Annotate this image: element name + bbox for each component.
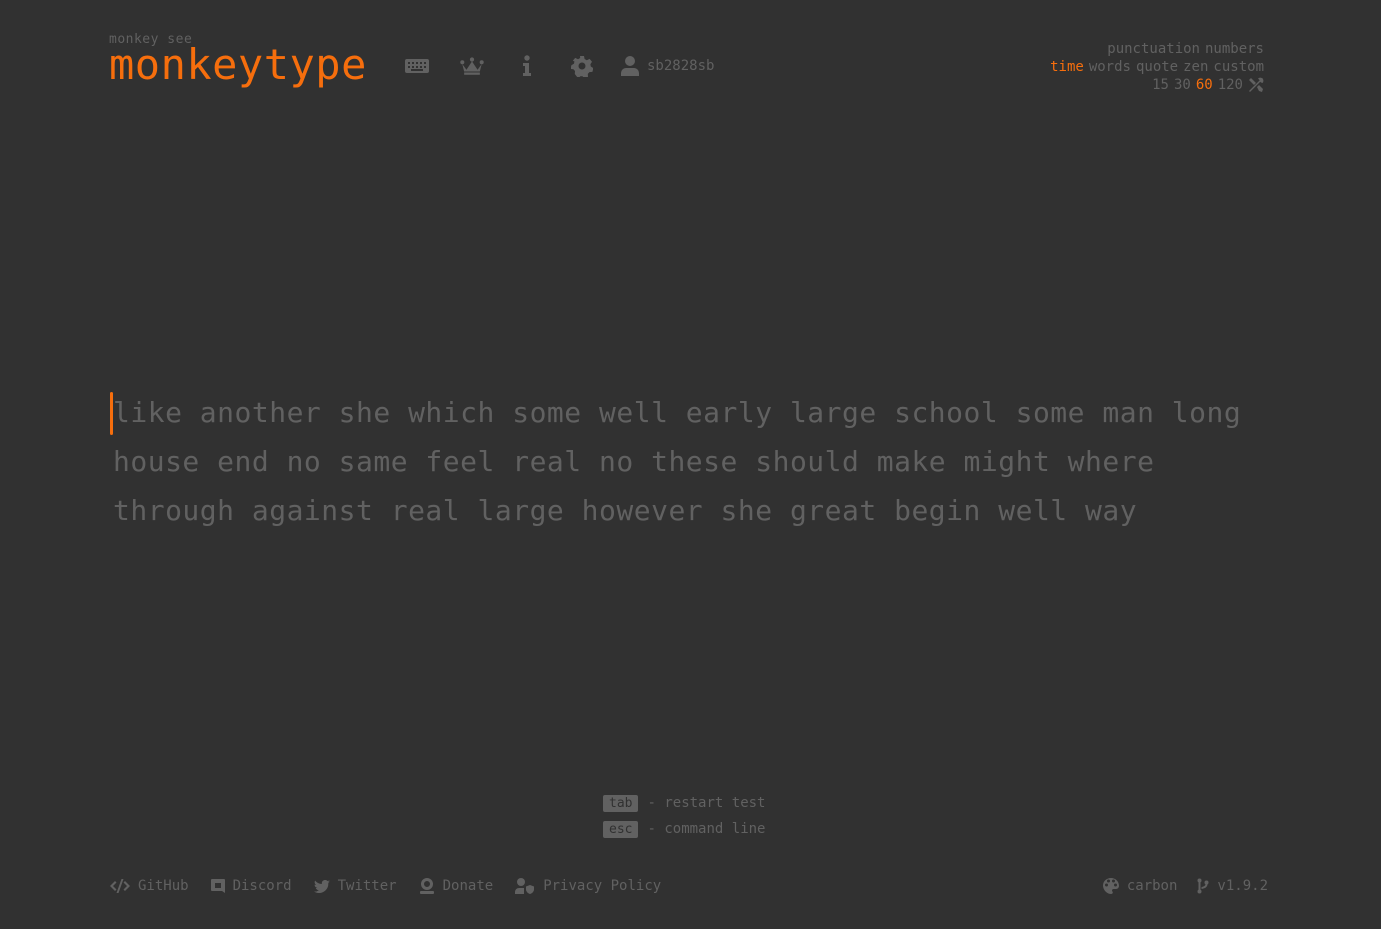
discord-icon: [210, 879, 225, 893]
hint-command-line: esc - command line: [603, 816, 766, 842]
version-label: v1.9.2: [1217, 878, 1268, 894]
donate-link[interactable]: Donate: [419, 878, 494, 894]
version-button[interactable]: v1.9.2: [1197, 878, 1268, 894]
config-toggles-row: punctuation numbers: [1045, 40, 1264, 58]
user-shield-icon: [515, 878, 535, 894]
duration-30[interactable]: 30: [1174, 76, 1191, 94]
user-icon: [621, 56, 639, 76]
mode-words[interactable]: words: [1089, 58, 1131, 76]
logo-title[interactable]: monkeytype: [109, 40, 367, 90]
info-icon: [523, 55, 531, 76]
duration-15[interactable]: 15: [1152, 76, 1169, 94]
words-area[interactable]: like another she which some well early l…: [113, 388, 1273, 535]
keyboard-icon: [405, 59, 429, 73]
theme-name: carbon: [1126, 878, 1178, 894]
crown-icon: [460, 57, 484, 75]
donate-link-label: Donate: [442, 878, 494, 894]
duration-120[interactable]: 120: [1218, 76, 1243, 94]
words-line: like another she which some well early l…: [113, 396, 1242, 429]
privacy-policy-link-label: Privacy Policy: [543, 878, 662, 894]
discord-link[interactable]: Discord: [210, 878, 292, 894]
esc-key-badge: esc: [603, 820, 639, 838]
mode-time[interactable]: time: [1050, 58, 1084, 76]
nav-test-button[interactable]: [405, 54, 429, 78]
account-button[interactable]: sb2828sb: [621, 56, 714, 76]
donate-icon: [419, 878, 434, 894]
footer-meta: carbon v1.9.2: [1083, 878, 1268, 894]
theme-button[interactable]: carbon: [1102, 878, 1178, 894]
code-icon: [110, 879, 130, 893]
duration-60[interactable]: 60: [1196, 76, 1213, 94]
twitter-link-label: Twitter: [337, 878, 397, 894]
github-link[interactable]: GitHub: [110, 878, 189, 894]
words-line: house end no same feel real no these sho…: [113, 445, 1155, 478]
hint-restart: tab - restart test: [603, 790, 766, 816]
github-link-label: GitHub: [138, 878, 189, 894]
palette-icon: [1102, 878, 1119, 894]
tab-key-badge: tab: [603, 794, 639, 812]
nav-about-button[interactable]: [515, 54, 539, 78]
nav-settings-button[interactable]: [570, 54, 594, 78]
custom-duration-button[interactable]: [1248, 77, 1264, 93]
keyboard-hints: tab - restart test esc - command line: [603, 790, 766, 842]
numbers-toggle[interactable]: numbers: [1205, 40, 1264, 58]
mode-zen[interactable]: zen: [1183, 58, 1208, 76]
discord-link-label: Discord: [232, 878, 292, 894]
punctuation-toggle[interactable]: punctuation: [1107, 40, 1200, 58]
mode-custom[interactable]: custom: [1213, 58, 1264, 76]
words-line: through against real large however she g…: [113, 494, 1138, 527]
gear-icon: [571, 56, 593, 77]
config-durations-row: 15 30 60 120: [1045, 76, 1264, 94]
account-username: sb2828sb: [647, 58, 715, 74]
nav-bar: sb2828sb: [405, 54, 714, 78]
nav-leaderboard-button[interactable]: [460, 54, 484, 78]
code-branch-icon: [1197, 878, 1209, 894]
tools-icon: [1249, 77, 1264, 92]
twitter-icon: [313, 879, 330, 893]
footer-links: GitHub Discord Twitter Donate Privacy Po…: [110, 878, 683, 894]
mode-quote[interactable]: quote: [1136, 58, 1178, 76]
config-modes-row: time words quote zen custom: [1045, 58, 1264, 76]
footer: GitHub Discord Twitter Donate Privacy Po…: [110, 878, 1268, 898]
top-bar: monkey see monkeytype sb2828sb punctuati…: [109, 30, 1268, 100]
hint-text: - command line: [647, 821, 766, 837]
test-config: punctuation numbers time words quote zen…: [1045, 40, 1264, 94]
hint-text: - restart test: [647, 795, 766, 811]
twitter-link[interactable]: Twitter: [313, 878, 397, 894]
privacy-policy-link[interactable]: Privacy Policy: [515, 878, 661, 894]
